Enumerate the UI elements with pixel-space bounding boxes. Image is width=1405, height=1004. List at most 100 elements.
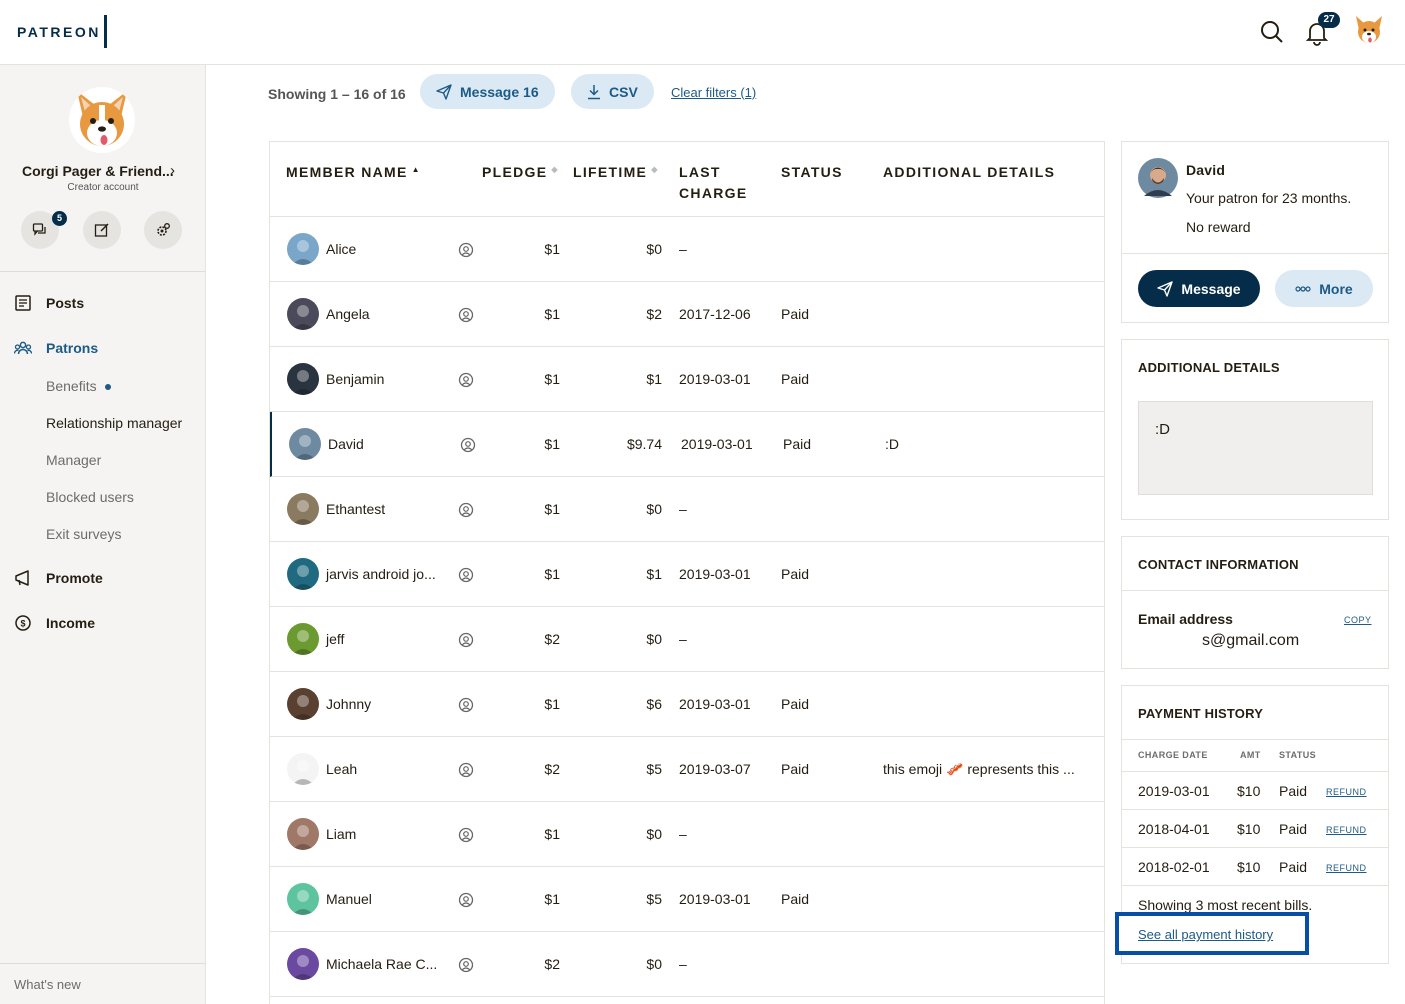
member-name-cell[interactable]: David	[328, 436, 364, 452]
member-name-cell[interactable]: Johnny	[326, 696, 371, 712]
member-name-cell[interactable]: Angela	[326, 306, 370, 322]
patron-status-icon	[458, 762, 474, 778]
table-row[interactable]: Manuel $1 $5 2019-03-01 Paid	[270, 867, 1104, 932]
dollar-circle-icon: $	[15, 615, 31, 631]
patron-avatar[interactable]	[1138, 158, 1178, 198]
pledge-cell: $1	[544, 696, 560, 712]
contact-title: CONTACT INFORMATION	[1138, 557, 1299, 572]
member-name-cell[interactable]: Leah	[326, 761, 357, 777]
sidebar-item-label: Benefits	[46, 378, 97, 394]
table-row[interactable]: Benjamin $1 $1 2019-03-01 Paid	[270, 347, 1104, 412]
table-row[interactable]: Leah $2 $5 2019-03-07 Paid this emoji 🥓 repre…	[270, 737, 1104, 802]
table-row[interactable]: Johnny $1 $6 2019-03-01 Paid	[270, 672, 1104, 737]
email-label: Email address	[1138, 611, 1233, 627]
send-icon	[436, 83, 452, 100]
member-name-cell[interactable]: Benjamin	[326, 371, 384, 387]
patreon-logo[interactable]: PATREON	[17, 24, 101, 40]
col-last-charge-line1: LAST	[679, 164, 721, 180]
user-avatar[interactable]	[1353, 14, 1385, 46]
table-row[interactable]: Ethantest $1 $0 –	[270, 477, 1104, 542]
member-name-cell[interactable]: Liam	[326, 826, 356, 842]
patron-summary-card: David Your patron for 23 months. No rewa…	[1121, 141, 1389, 323]
member-name-cell[interactable]: Manuel	[326, 891, 372, 907]
col-pledge[interactable]: PLEDGE ◆	[482, 162, 559, 183]
lifetime-cell: $5	[646, 761, 662, 777]
table-row[interactable]: Liam $1 $0 –	[270, 802, 1104, 867]
whats-new-section: What's new	[0, 963, 205, 1004]
additional-details-cell: this emoji 🥓 represents this ...	[883, 761, 1075, 777]
member-name-cell[interactable]: Alice	[326, 241, 356, 257]
table-row[interactable]: Angela $1 $2 2017-12-06 Paid	[270, 282, 1104, 347]
sidebar-item-label: Promote	[46, 570, 103, 586]
patron-status-icon	[458, 307, 474, 323]
sidebar-item-exit-surveys[interactable]: Exit surveys	[46, 526, 121, 542]
sidebar-item-label: Income	[46, 615, 96, 631]
table-row[interactable]: Michaela Rae C... $2 $0 –	[270, 932, 1104, 997]
member-avatar-icon	[292, 240, 314, 265]
more-dots-icon	[1295, 285, 1311, 292]
contact-info-card: CONTACT INFORMATION Email address COPY s…	[1121, 536, 1389, 669]
sidebar-item-relationship-manager[interactable]: Relationship manager	[46, 415, 182, 431]
refund-link[interactable]: REFUND	[1326, 825, 1367, 835]
sidebar-item-posts[interactable]: Posts	[14, 294, 84, 312]
patron-reward: No reward	[1186, 219, 1251, 235]
sidebar-item-income[interactable]: $ Income	[14, 614, 95, 632]
last-charge-cell: 2019-03-01	[679, 696, 751, 712]
creator-avatar[interactable]	[69, 87, 135, 153]
refund-link[interactable]: REFUND	[1326, 787, 1367, 797]
chevron-right-icon[interactable]: ›	[170, 162, 175, 179]
member-name-cell[interactable]: Ethantest	[326, 501, 385, 517]
sidebar-item-benefits[interactable]: Benefits	[46, 378, 111, 394]
table-row[interactable]: jarvis android jo... $1 $1 2019-03-01 Paid	[270, 542, 1104, 607]
col-lifetime[interactable]: LIFETIME ◆	[573, 162, 659, 183]
lifetime-cell: $0	[646, 826, 662, 842]
col-member-name[interactable]: MEMBER NAME ▲	[286, 162, 421, 183]
clear-filters-link[interactable]: Clear filters (1)	[671, 85, 756, 100]
see-all-payment-history-button[interactable]: See all payment history	[1115, 912, 1309, 955]
copy-email-link[interactable]: COPY	[1344, 615, 1372, 625]
table-row[interactable]: jeff $2 $0 –	[270, 607, 1104, 672]
member-avatar-icon	[292, 695, 314, 720]
messages-badge: 5	[52, 211, 67, 226]
new-post-button[interactable]	[83, 211, 121, 249]
patron-name: David	[1186, 162, 1226, 178]
table-row[interactable]: Alice $1 $0 –	[270, 217, 1104, 282]
sidebar-item-promote[interactable]: Promote	[14, 569, 103, 587]
search-icon[interactable]	[1258, 18, 1286, 46]
document-icon	[15, 295, 31, 311]
col-last-charge-line2: CHARGE	[679, 185, 748, 201]
members-table: MEMBER NAME ▲ PLEDGE ◆ LIFETIME ◆ LAST CHAR…	[269, 141, 1105, 1004]
sidebar-item-blocked-users[interactable]: Blocked users	[46, 489, 134, 505]
patrons-icon	[14, 341, 32, 355]
table-row[interactable]: David $1 $9.74 2019-03-01 Paid:D	[270, 412, 1104, 477]
status-cell: Paid	[1279, 783, 1308, 799]
pledge-cell: $1	[544, 436, 560, 452]
refund-link[interactable]: REFUND	[1326, 863, 1367, 873]
member-avatar	[287, 948, 319, 980]
results-count: Showing 1 – 16 of 16	[268, 86, 406, 102]
csv-export-button[interactable]: CSV	[571, 74, 654, 109]
status-cell: Paid	[781, 761, 810, 777]
member-name-cell[interactable]: Michaela Rae C...	[326, 956, 437, 972]
additional-details-title: ADDITIONAL DETAILS	[1138, 360, 1280, 375]
pledge-cell: $1	[544, 566, 560, 582]
creator-name[interactable]: Corgi Pager & Friend...	[22, 163, 174, 179]
whats-new-link[interactable]: What's new	[14, 977, 81, 992]
payment-row: 2018-04-01 $10 Paid REFUND	[1122, 809, 1388, 847]
member-avatar	[287, 558, 319, 590]
sidebar-item-patrons[interactable]: Patrons	[14, 339, 98, 357]
sidebar-item-manager[interactable]: Manager	[46, 452, 101, 468]
email-value: s@gmail.com	[1202, 632, 1300, 649]
pledge-cell: $1	[544, 501, 560, 517]
last-charge-cell: 2019-03-01	[679, 371, 751, 387]
logo-bar	[104, 15, 107, 48]
message-all-button[interactable]: Message 16	[420, 74, 555, 109]
member-name-cell[interactable]: jeff	[326, 631, 344, 647]
message-patron-button[interactable]: Message	[1138, 270, 1260, 307]
amount-cell: $10	[1237, 783, 1261, 799]
see-all-payment-history-link[interactable]: See all payment history	[1138, 927, 1273, 942]
settings-button[interactable]	[144, 211, 182, 249]
more-actions-button[interactable]: More	[1275, 270, 1373, 307]
member-name-cell[interactable]: jarvis android jo...	[326, 566, 436, 582]
gear-icon	[157, 223, 170, 236]
